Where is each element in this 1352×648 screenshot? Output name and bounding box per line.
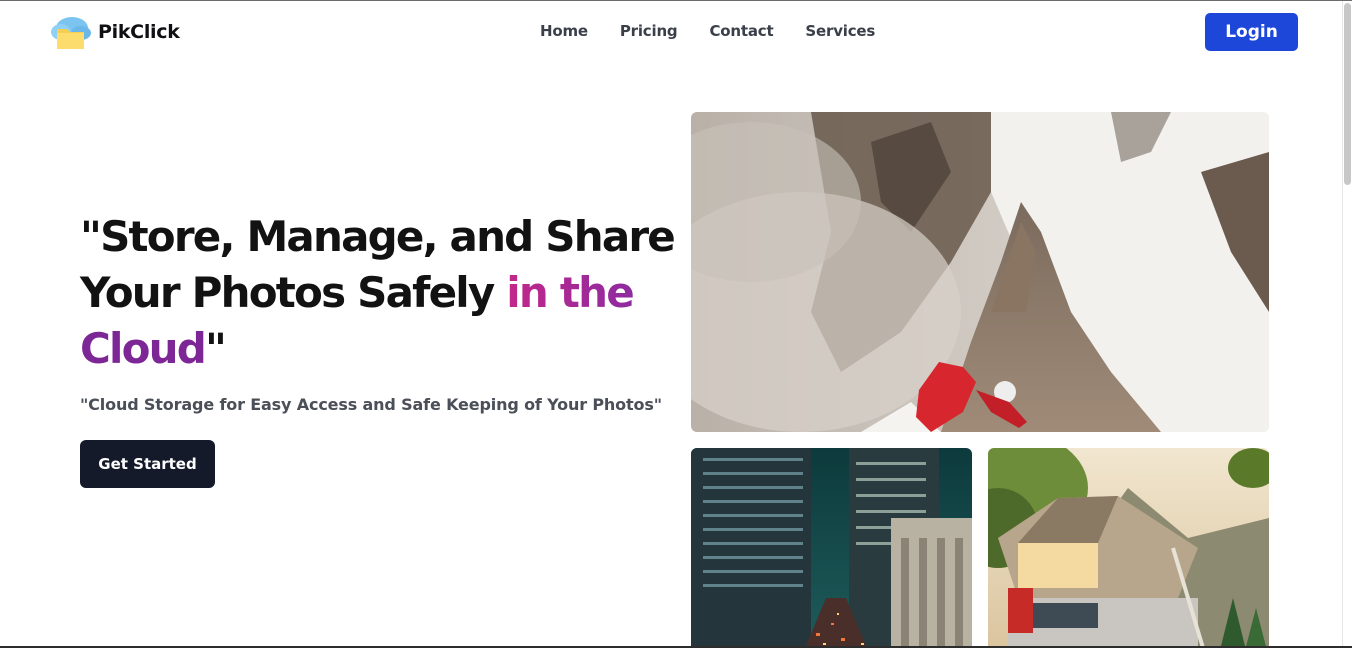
hero-title-highlight-2: Cloud <box>80 324 207 373</box>
scrollbar[interactable] <box>1342 1 1352 646</box>
nav-services[interactable]: Services <box>805 22 875 40</box>
main-nav: Home Pricing Contact Services <box>540 22 907 40</box>
mountain-climber-photo <box>691 112 1269 432</box>
hero-title-highlight: in the <box>506 268 634 317</box>
rooftop-tent-photo <box>988 448 1269 646</box>
hero-title: "Store, Manage, and Share Your Photos Sa… <box>80 209 680 377</box>
nav-pricing[interactable]: Pricing <box>620 22 678 40</box>
brand-logo[interactable]: PikClick <box>50 13 180 51</box>
page: PikClick Home Pricing Contact Services L… <box>0 0 1352 648</box>
nav-contact[interactable]: Contact <box>709 22 773 40</box>
cloud-folder-icon <box>51 17 91 49</box>
city-night-photo <box>691 448 972 646</box>
login-button[interactable]: Login <box>1205 13 1298 51</box>
get-started-button[interactable]: Get Started <box>80 440 215 488</box>
brand-name: PikClick <box>98 21 180 43</box>
nav-home[interactable]: Home <box>540 22 588 40</box>
scrollbar-thumb[interactable] <box>1344 3 1351 185</box>
hero-subtitle: "Cloud Storage for Easy Access and Safe … <box>80 395 662 414</box>
hero-title-end: " <box>205 324 227 373</box>
